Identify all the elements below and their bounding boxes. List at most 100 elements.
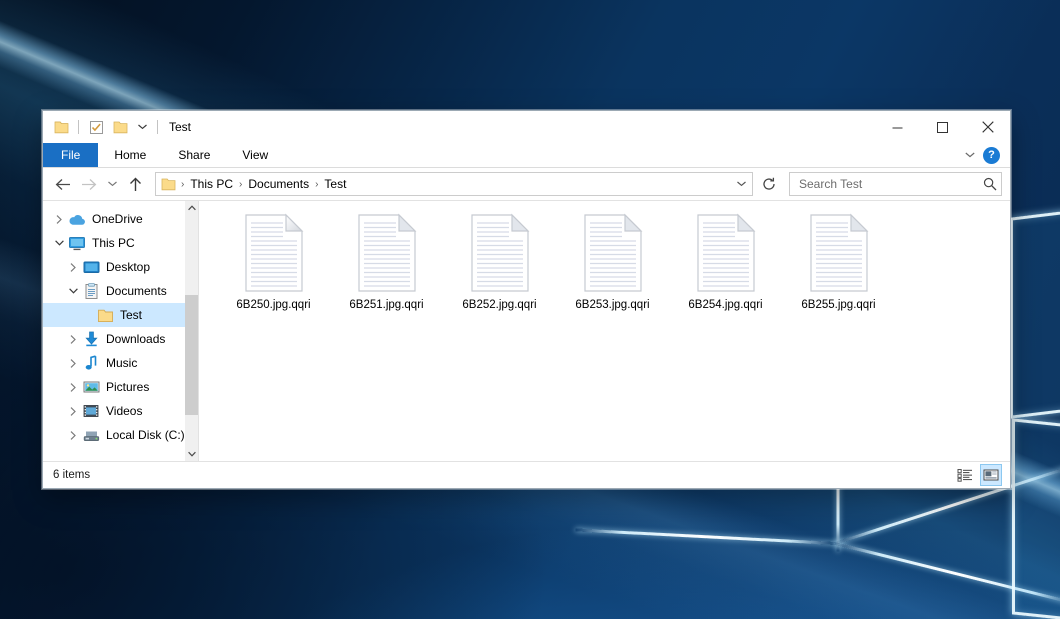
file-grid: 6B250.jpg.qqri 6B251.j — [199, 201, 1010, 311]
breadcrumb-item-test[interactable]: Test — [321, 177, 349, 191]
forward-button[interactable] — [77, 172, 101, 196]
sidebar-label-onedrive: OneDrive — [92, 212, 143, 226]
sidebar-item-documents[interactable]: Documents — [43, 279, 198, 303]
sidebar-item-desktop[interactable]: Desktop — [43, 255, 198, 279]
sidebar-item-this-pc[interactable]: This PC — [43, 231, 198, 255]
navigation-pane: OneDrive This PC — [43, 201, 199, 461]
breadcrumb: › This PC › Documents › Test — [160, 177, 732, 191]
sidebar-label-test: Test — [120, 308, 142, 322]
videos-icon — [81, 401, 101, 421]
qat-separator-1 — [78, 120, 79, 134]
tab-view[interactable]: View — [226, 143, 284, 167]
downloads-icon — [81, 329, 101, 349]
file-list-view[interactable]: 6B250.jpg.qqri 6B251.j — [199, 201, 1010, 461]
generic-document-icon — [582, 213, 644, 293]
generic-document-icon — [695, 213, 757, 293]
sidebar-item-local-disk-c[interactable]: Local Disk (C:) — [43, 423, 198, 447]
music-icon — [81, 353, 101, 373]
recent-locations-chevron-icon[interactable] — [103, 172, 121, 196]
generic-document-icon — [356, 213, 418, 293]
tab-file[interactable]: File — [43, 143, 98, 167]
quick-access-toolbar — [43, 117, 161, 137]
properties-icon[interactable] — [86, 117, 106, 137]
sidebar-label-videos: Videos — [106, 404, 142, 418]
address-bar: › This PC › Documents › Test — [43, 168, 1010, 200]
file-item[interactable]: 6B251.jpg.qqri — [330, 209, 443, 311]
sidebar-item-onedrive[interactable]: OneDrive — [43, 207, 198, 231]
search-icon[interactable] — [983, 177, 997, 191]
chevron-down-icon[interactable] — [51, 231, 67, 255]
sidebar-label-this-pc: This PC — [92, 236, 135, 250]
chevron-right-icon[interactable] — [65, 327, 81, 351]
generic-document-icon — [469, 213, 531, 293]
large-icons-view-button[interactable] — [980, 464, 1002, 486]
back-button[interactable] — [51, 172, 75, 196]
file-item[interactable]: 6B255.jpg.qqri — [782, 209, 895, 311]
file-item[interactable]: 6B252.jpg.qqri — [443, 209, 556, 311]
details-view-button[interactable] — [954, 464, 976, 486]
status-bar: 6 items — [43, 461, 1010, 488]
breadcrumb-bar[interactable]: › This PC › Documents › Test — [155, 172, 753, 196]
sidebar-label-pictures: Pictures — [106, 380, 149, 394]
file-item[interactable]: 6B250.jpg.qqri — [217, 209, 330, 311]
up-button[interactable] — [123, 172, 147, 196]
caption-buttons — [875, 111, 1010, 143]
folder-icon[interactable] — [51, 117, 71, 137]
customize-qat-chevron-icon[interactable] — [134, 117, 150, 137]
sidebar-label-music: Music — [106, 356, 137, 370]
scroll-down-arrow-icon[interactable] — [185, 447, 198, 461]
chevron-right-icon[interactable] — [65, 375, 81, 399]
desktop-icon — [81, 257, 101, 277]
qat-separator-2 — [157, 120, 158, 134]
sidebar-item-pictures[interactable]: Pictures — [43, 375, 198, 399]
close-button[interactable] — [965, 111, 1010, 143]
tab-share[interactable]: Share — [162, 143, 226, 167]
help-icon[interactable]: ? — [983, 147, 1000, 164]
search-input[interactable] — [797, 176, 983, 192]
file-name: 6B255.jpg.qqri — [801, 299, 875, 311]
explorer-body: OneDrive This PC — [43, 200, 1010, 461]
pictures-icon — [81, 377, 101, 397]
new-folder-icon[interactable] — [110, 117, 130, 137]
navigation-pane-scrollbar[interactable] — [185, 201, 198, 461]
window-title: Test — [169, 120, 191, 134]
maximize-button[interactable] — [920, 111, 965, 143]
sidebar-item-videos[interactable]: Videos — [43, 399, 198, 423]
address-dropdown-chevron-icon[interactable] — [732, 174, 750, 194]
refresh-button[interactable] — [757, 172, 781, 196]
minimize-button[interactable] — [875, 111, 920, 143]
file-name: 6B250.jpg.qqri — [236, 299, 310, 311]
sidebar-label-downloads: Downloads — [106, 332, 165, 346]
disk-icon — [81, 425, 101, 445]
chevron-right-icon[interactable] — [65, 423, 81, 447]
windows-logo-pane-bottom-right — [1012, 418, 1060, 619]
breadcrumb-item-this-pc[interactable]: This PC — [187, 177, 236, 191]
onedrive-icon — [67, 209, 87, 229]
expand-ribbon-chevron-icon[interactable] — [965, 152, 975, 158]
breadcrumb-separator-2: › — [312, 179, 321, 190]
sidebar-item-music[interactable]: Music — [43, 351, 198, 375]
file-item[interactable]: 6B253.jpg.qqri — [556, 209, 669, 311]
item-count-label: 6 items — [53, 469, 90, 481]
chevron-down-icon[interactable] — [65, 279, 81, 303]
tab-home[interactable]: Home — [98, 143, 162, 167]
generic-document-icon — [808, 213, 870, 293]
search-box[interactable] — [789, 172, 1002, 196]
chevron-right-icon[interactable] — [65, 351, 81, 375]
breadcrumb-item-documents[interactable]: Documents — [245, 177, 312, 191]
chevron-right-icon[interactable] — [65, 255, 81, 279]
scroll-up-arrow-icon[interactable] — [185, 201, 198, 215]
sidebar-item-test[interactable]: Test — [43, 303, 198, 327]
thispc-icon — [67, 233, 87, 253]
file-item[interactable]: 6B254.jpg.qqri — [669, 209, 782, 311]
breadcrumb-separator-1: › — [236, 179, 245, 190]
chevron-right-icon[interactable] — [51, 207, 67, 231]
desktop: Test File Home Share View — [0, 0, 1060, 619]
scrollbar-track[interactable] — [185, 215, 198, 447]
scrollbar-thumb[interactable] — [185, 295, 198, 415]
chevron-right-icon[interactable] — [65, 399, 81, 423]
sidebar-label-documents: Documents — [106, 284, 167, 298]
sidebar-label-local-disk-c: Local Disk (C:) — [106, 428, 185, 442]
sidebar-item-downloads[interactable]: Downloads — [43, 327, 198, 351]
file-name: 6B254.jpg.qqri — [688, 299, 762, 311]
